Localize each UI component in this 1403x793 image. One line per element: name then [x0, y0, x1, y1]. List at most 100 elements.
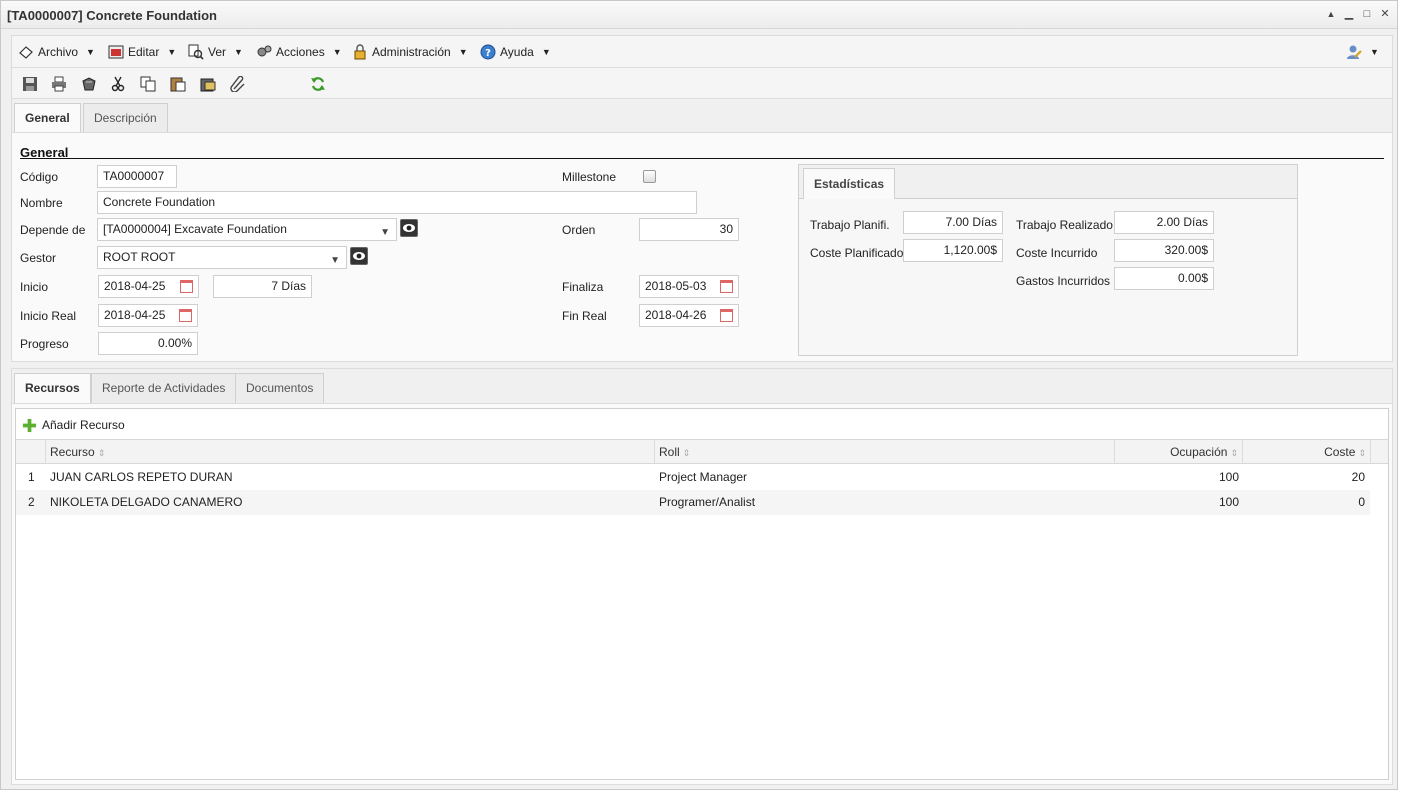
- eye-icon[interactable]: [400, 219, 418, 237]
- tab-descripcion[interactable]: Descripción: [83, 103, 168, 133]
- cell-recurso: NIKOLETA DELGADO CANAMERO: [50, 495, 243, 509]
- statistics-tabbar: Estadísticas: [799, 165, 1297, 199]
- calendar-icon[interactable]: [180, 280, 193, 293]
- tab-documentos[interactable]: Documentos: [235, 373, 325, 403]
- save-button[interactable]: [21, 75, 39, 93]
- collapse-icon[interactable]: ▲: [1325, 7, 1337, 21]
- edit-icon: [108, 45, 124, 59]
- delete-button[interactable]: [80, 75, 98, 93]
- lower-tabstrip: Recursos Reporte de Actividades Document…: [11, 368, 1393, 404]
- nombre-field[interactable]: Concrete Foundation: [97, 191, 697, 214]
- inicio-real-date-field[interactable]: 2018-04-25: [98, 304, 198, 327]
- add-resource-button[interactable]: Añadir Recurso: [22, 416, 125, 434]
- depende-de-label: Depende de: [20, 223, 86, 237]
- paste-special-icon: [200, 78, 216, 92]
- table-row[interactable]: 1 JUAN CARLOS REPETO DURAN Project Manag…: [16, 465, 1370, 490]
- paste-special-button[interactable]: [199, 75, 217, 93]
- minimize-icon[interactable]: ▁: [1343, 7, 1355, 21]
- codigo-field[interactable]: TA0000007: [97, 165, 177, 188]
- calendar-icon[interactable]: [720, 309, 733, 322]
- header-roll[interactable]: Roll ⇕: [655, 440, 1115, 464]
- recursos-grid: Añadir Recurso Recurso ⇕ Roll ⇕ Ocupación ⇕…: [15, 408, 1389, 780]
- refresh-button[interactable]: [309, 75, 327, 93]
- trabajo-planificado-label: Trabajo Planifi.: [810, 218, 890, 232]
- cut-icon: [111, 76, 125, 92]
- calendar-icon[interactable]: [720, 280, 733, 293]
- inicio-date-field[interactable]: 2018-04-25: [98, 275, 199, 298]
- cell-coste: 0: [1358, 495, 1365, 509]
- copy-icon: [140, 76, 156, 92]
- progreso-field[interactable]: 0.00%: [98, 332, 198, 355]
- section-divider: [20, 158, 1384, 159]
- task-window: [TA0000007] Concrete Foundation ▲ ▁ □ ✕ …: [0, 0, 1398, 790]
- general-panel: General Código TA0000007 Nombre Concrete…: [11, 132, 1393, 362]
- cut-button[interactable]: [109, 75, 127, 93]
- user-menu[interactable]: ▼: [1346, 43, 1379, 61]
- menu-archivo[interactable]: Archivo ▼: [18, 43, 95, 61]
- close-icon[interactable]: ✕: [1379, 7, 1391, 21]
- refresh-icon: [311, 77, 325, 91]
- cell-ocupacion: 100: [1218, 495, 1239, 509]
- cell-ocupacion: 100: [1218, 470, 1239, 484]
- finaliza-date-field[interactable]: 2018-05-03: [639, 275, 739, 298]
- millestone-label: Millestone: [562, 170, 617, 184]
- menu-bar: Archivo ▼ Editar ▼ Ver ▼ Acciones ▼ Administ…: [11, 35, 1393, 67]
- tab-estadisticas[interactable]: Estadísticas: [803, 168, 896, 199]
- tab-general[interactable]: General: [14, 103, 81, 134]
- calendar-icon[interactable]: [179, 309, 192, 322]
- orden-field[interactable]: 30: [639, 218, 739, 241]
- eye-icon[interactable]: [350, 247, 368, 265]
- menu-ver[interactable]: Ver ▼: [188, 43, 243, 61]
- lock-icon: [354, 44, 366, 60]
- nombre-label: Nombre: [20, 196, 63, 210]
- print-button[interactable]: [50, 75, 68, 93]
- menu-ayuda[interactable]: ? Ayuda ▼: [480, 43, 551, 61]
- chevron-down-icon: ▼: [234, 47, 243, 57]
- tab-reporte-actividades[interactable]: Reporte de Actividades: [91, 373, 237, 403]
- menu-ver-label: Ver: [208, 45, 227, 59]
- row-number: 1: [28, 470, 35, 484]
- row-number: 2: [28, 495, 35, 509]
- fin-real-date-field[interactable]: 2018-04-26: [639, 304, 739, 327]
- header-coste[interactable]: Coste ⇕: [1243, 440, 1371, 464]
- orden-label: Orden: [562, 223, 596, 237]
- delete-icon: [82, 77, 96, 91]
- file-icon: [19, 46, 33, 59]
- gastos-incurridos-label: Gastos Incurridos: [1016, 274, 1111, 288]
- depende-de-combo[interactable]: [TA0000004] Excavate Foundation ▼: [97, 218, 397, 241]
- codigo-label: Código: [20, 170, 59, 184]
- chevron-down-icon[interactable]: ▼: [380, 222, 390, 240]
- menu-acciones[interactable]: Acciones ▼: [256, 43, 342, 61]
- cell-roll: Programer/Analist: [659, 495, 756, 509]
- save-icon: [23, 77, 37, 91]
- copy-button[interactable]: [139, 75, 157, 93]
- header-recurso[interactable]: Recurso ⇕: [46, 440, 655, 464]
- attach-button[interactable]: [229, 75, 247, 93]
- duracion-field[interactable]: 7 Días: [213, 275, 312, 298]
- main-tabstrip: General Descripción: [11, 99, 1393, 134]
- chevron-down-icon[interactable]: ▼: [330, 250, 340, 268]
- header-ocupacion[interactable]: Ocupación ⇕: [1115, 440, 1243, 464]
- paste-button[interactable]: [169, 75, 187, 93]
- toolbar: [11, 67, 1393, 99]
- menu-administracion[interactable]: Administración ▼: [352, 43, 468, 61]
- inicio-real-value: 2018-04-25: [104, 308, 166, 322]
- coste-planificado-field: 1,120.00$: [903, 239, 1003, 262]
- inicio-label: Inicio: [20, 280, 49, 294]
- millestone-checkbox[interactable]: [643, 170, 656, 183]
- chevron-down-icon: ▼: [1370, 47, 1379, 57]
- trabajo-planificado-field: 7.00 Días: [903, 211, 1003, 234]
- chevron-down-icon: ▼: [541, 47, 551, 57]
- tab-recursos[interactable]: Recursos: [14, 373, 91, 404]
- gestor-combo[interactable]: ROOT ROOT ▼: [97, 246, 347, 269]
- menu-editar-label: Editar: [128, 45, 160, 59]
- trabajo-realizado-field: 2.00 Días: [1114, 211, 1214, 234]
- inicio-real-label: Inicio Real: [20, 309, 77, 323]
- table-row[interactable]: 2 NIKOLETA DELGADO CANAMERO Programer/An…: [16, 490, 1370, 515]
- menu-editar[interactable]: Editar ▼: [108, 43, 176, 61]
- grid-header: Recurso ⇕ Roll ⇕ Ocupación ⇕ Coste ⇕: [16, 439, 1388, 464]
- maximize-icon[interactable]: □: [1361, 7, 1373, 21]
- gestor-value: ROOT ROOT: [103, 250, 176, 264]
- depende-de-value: [TA0000004] Excavate Foundation: [103, 222, 287, 236]
- menu-administracion-label: Administración: [372, 45, 451, 59]
